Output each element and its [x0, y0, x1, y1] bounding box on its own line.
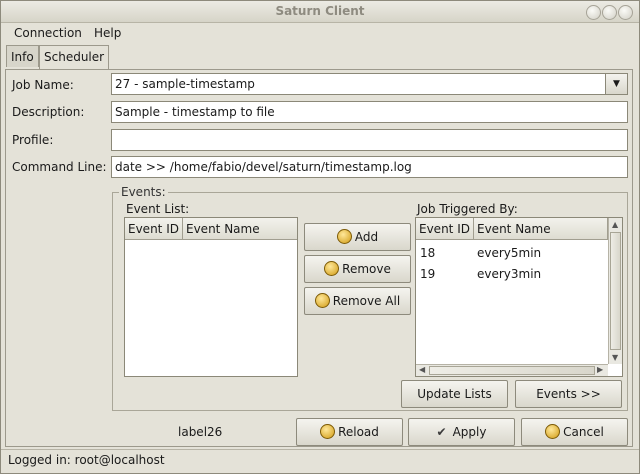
scroll-down-icon[interactable]: ▼ [612, 353, 618, 362]
window-title: Saturn Client [275, 4, 365, 18]
add-button[interactable]: Add [304, 223, 411, 251]
events-frame-title: Events: [119, 185, 168, 199]
scroll-left-icon[interactable]: ◀ [419, 365, 425, 374]
status-bar: Logged in: root@localhost [1, 449, 639, 474]
triggered-row-name[interactable]: every3min [477, 267, 541, 281]
dropdown-arrow-icon[interactable]: ▼ [605, 74, 627, 94]
triggered-header-id[interactable]: Event ID [416, 218, 474, 240]
menu-connection[interactable]: Connection [14, 26, 82, 40]
event-list-header-name[interactable]: Event Name [183, 218, 297, 240]
events-frame: Events: Event List: Event ID Event Name … [112, 185, 628, 411]
job-name-combo[interactable]: 27 - sample-timestamp ▼ [111, 73, 628, 95]
saturn-client-window: Saturn Client Connection Help Info Sched… [0, 0, 640, 474]
cancel-icon [545, 424, 561, 439]
maximize-icon[interactable] [602, 5, 617, 20]
triggered-header-name[interactable]: Event Name [474, 218, 608, 240]
apply-button[interactable]: ✔ Apply [408, 418, 515, 446]
profile-label: Profile: [12, 133, 54, 147]
vertical-scroll-thumb[interactable] [610, 232, 621, 350]
scheduler-panel: Job Name: 27 - sample-timestamp ▼ Descri… [5, 69, 633, 447]
remove-button[interactable]: Remove [304, 255, 411, 283]
apply-check-icon: ✔ [436, 425, 447, 439]
update-lists-button[interactable]: Update Lists [401, 380, 508, 408]
reload-icon [320, 424, 336, 439]
scroll-right-icon[interactable]: ▶ [597, 365, 603, 374]
tab-info[interactable]: Info [6, 45, 39, 67]
events-more-button[interactable]: Events >> [515, 380, 622, 408]
triggered-row-id[interactable]: 18 [420, 246, 435, 260]
tab-scheduler[interactable]: Scheduler [39, 45, 109, 70]
job-name-value: 27 - sample-timestamp [115, 77, 255, 91]
add-icon [336, 229, 352, 244]
triggered-horizontal-scrollbar[interactable]: ◀ ▶ [416, 364, 608, 376]
command-line-field[interactable]: date >> /home/fabio/devel/saturn/timesta… [111, 156, 628, 178]
remove-icon [324, 261, 340, 276]
remove-all-icon [314, 293, 330, 308]
command-line-label: Command Line: [12, 160, 107, 174]
close-icon[interactable] [618, 5, 633, 20]
menu-bar: Connection Help [1, 23, 639, 43]
triggered-row-name[interactable]: every5min [477, 246, 541, 260]
horizontal-scroll-thumb[interactable] [429, 366, 595, 375]
event-list-header-id[interactable]: Event ID [125, 218, 183, 240]
scroll-up-icon[interactable]: ▲ [612, 220, 618, 229]
triggered-row-id[interactable]: 19 [420, 267, 435, 281]
event-list-label: Event List: [126, 202, 190, 216]
cancel-button[interactable]: Cancel [521, 418, 628, 446]
reload-button[interactable]: Reload [296, 418, 403, 446]
triggered-list[interactable]: Event ID Event Name 18 every5min 19 ever… [415, 217, 623, 377]
job-triggered-by-label: Job Triggered By: [417, 202, 518, 216]
menu-help[interactable]: Help [94, 26, 121, 40]
description-field[interactable]: Sample - timestamp to file [111, 101, 628, 123]
minimize-icon[interactable] [586, 5, 601, 20]
job-name-label: Job Name: [12, 78, 74, 92]
description-label: Description: [12, 105, 85, 119]
profile-field[interactable] [111, 129, 628, 151]
title-bar[interactable]: Saturn Client [1, 1, 639, 23]
remove-all-button[interactable]: Remove All [304, 287, 411, 315]
label26: label26 [178, 425, 223, 439]
status-text: Logged in: root@localhost [8, 453, 165, 467]
triggered-vertical-scrollbar[interactable]: ▲ ▼ [608, 218, 622, 364]
event-list[interactable]: Event ID Event Name [124, 217, 298, 377]
